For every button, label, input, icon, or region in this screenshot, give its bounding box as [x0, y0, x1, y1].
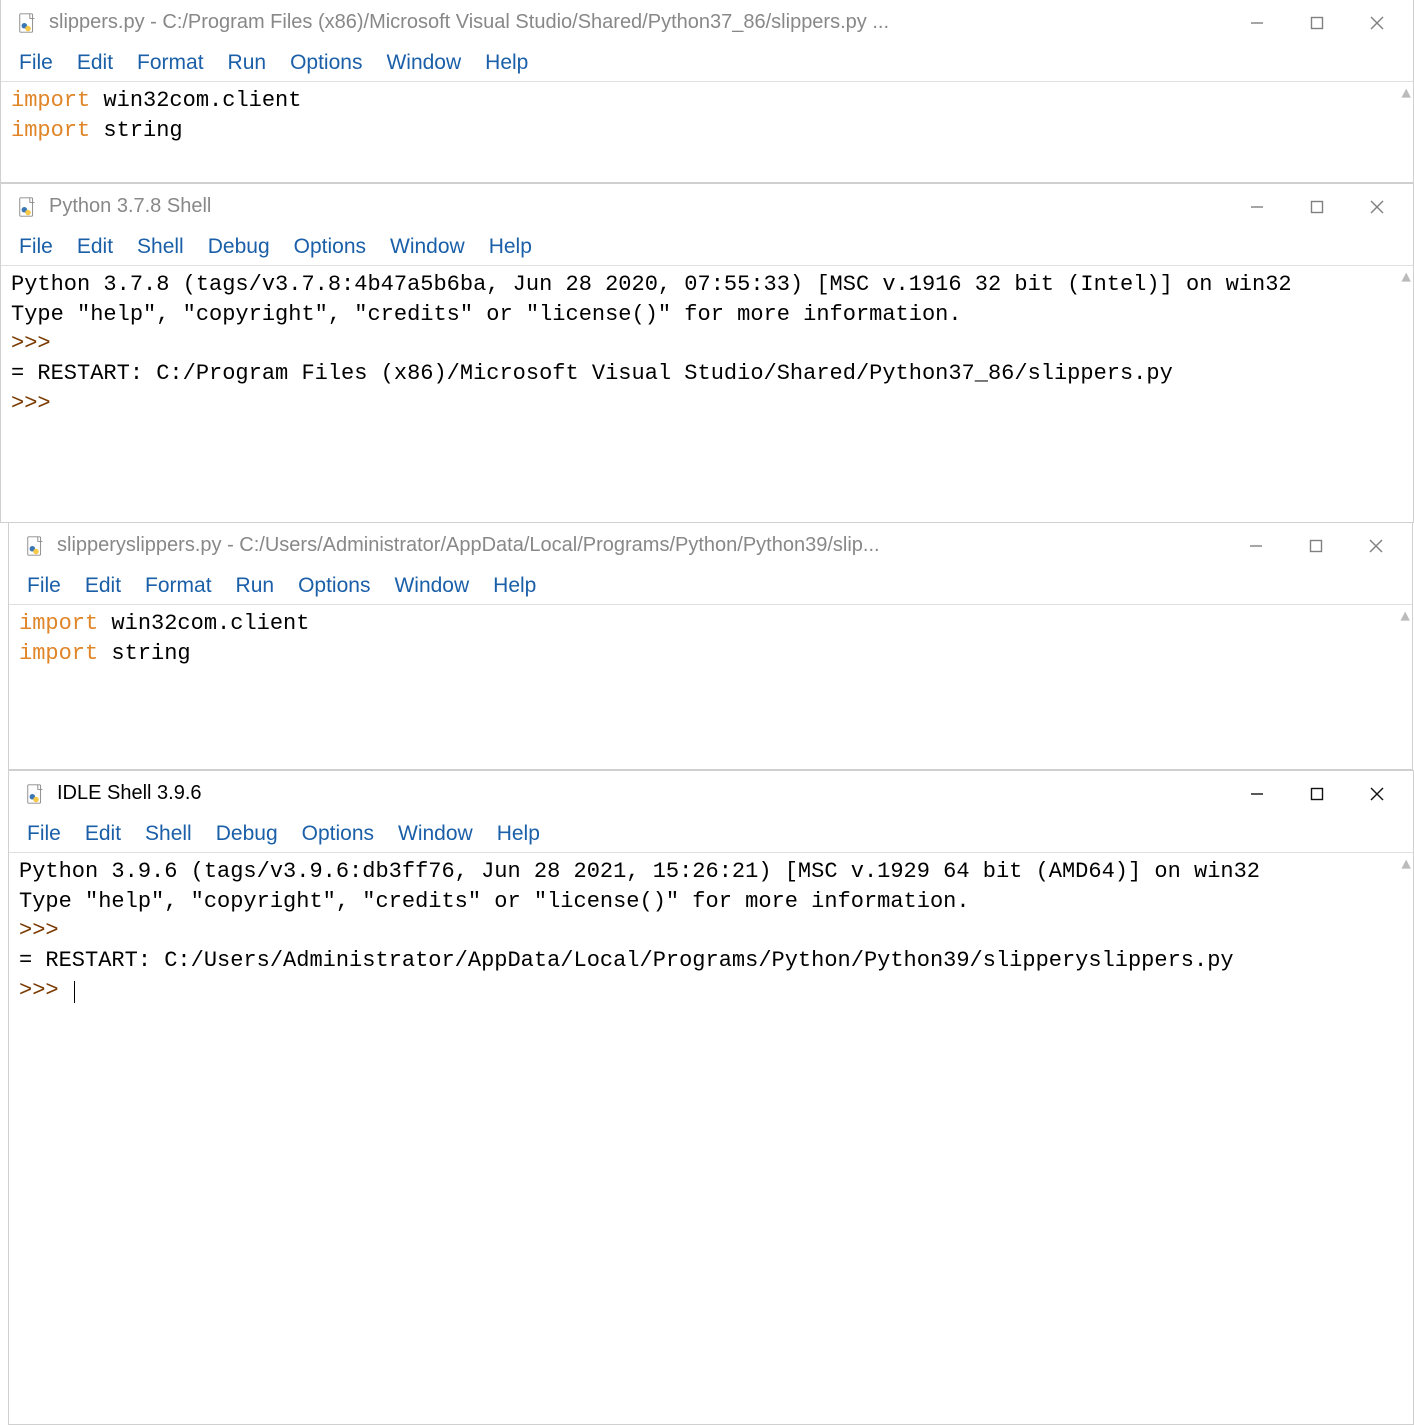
menu-window[interactable]: Window	[374, 49, 473, 77]
menu-edit[interactable]: Edit	[73, 572, 133, 600]
code-module: string	[103, 118, 182, 143]
close-button[interactable]	[1347, 771, 1407, 816]
python-file-icon	[25, 783, 47, 805]
menu-help[interactable]: Help	[481, 572, 548, 600]
maximize-button[interactable]	[1287, 184, 1347, 229]
menubar: File Edit Shell Debug Options Window Hel…	[1, 229, 1413, 265]
menubar: File Edit Shell Debug Options Window Hel…	[9, 816, 1413, 852]
maximize-button[interactable]	[1287, 771, 1347, 816]
menu-run[interactable]: Run	[224, 572, 287, 600]
shell-banner: Python 3.9.6 (tags/v3.9.6:db3ff76, Jun 2…	[19, 859, 1260, 884]
shell-window-378: Python 3.7.8 Shell File Edit Shell Debug…	[0, 183, 1414, 523]
editor-window-slipperyslippers: slipperyslippers.py - C:/Users/Administr…	[8, 523, 1413, 770]
maximize-button[interactable]	[1286, 523, 1346, 568]
code-module: win32com.client	[103, 88, 301, 113]
menu-shell[interactable]: Shell	[125, 233, 196, 261]
shell-output[interactable]: ▲ Python 3.9.6 (tags/v3.9.6:db3ff76, Jun …	[9, 852, 1413, 1424]
menu-run[interactable]: Run	[216, 49, 279, 77]
menu-help[interactable]: Help	[485, 820, 552, 848]
menu-window[interactable]: Window	[382, 572, 481, 600]
menu-edit[interactable]: Edit	[65, 49, 125, 77]
menu-shell[interactable]: Shell	[133, 820, 204, 848]
text-cursor	[74, 981, 75, 1003]
minimize-button[interactable]	[1226, 523, 1286, 568]
window-title: Python 3.7.8 Shell	[49, 195, 211, 218]
window-controls	[1227, 771, 1407, 816]
menu-file[interactable]: File	[7, 233, 65, 261]
code-editor[interactable]: ▲import win32com.client import string	[1, 81, 1413, 182]
window-controls	[1226, 523, 1406, 568]
close-button[interactable]	[1347, 184, 1407, 229]
scroll-up-icon[interactable]: ▲	[1400, 607, 1410, 629]
shell-banner: Type "help", "copyright", "credits" or "…	[11, 302, 962, 327]
menu-options[interactable]: Options	[286, 572, 382, 600]
scroll-up-icon[interactable]: ▲	[1401, 268, 1411, 290]
window-controls	[1227, 0, 1407, 45]
menu-window[interactable]: Window	[378, 233, 477, 261]
menubar: File Edit Format Run Options Window Help	[9, 568, 1412, 604]
menu-edit[interactable]: Edit	[65, 233, 125, 261]
menubar: File Edit Format Run Options Window Help	[1, 45, 1413, 81]
menu-help[interactable]: Help	[473, 49, 540, 77]
window-title: slipperyslippers.py - C:/Users/Administr…	[57, 534, 880, 557]
editor-window-slippers: slippers.py - C:/Program Files (x86)/Mic…	[0, 0, 1414, 183]
menu-file[interactable]: File	[7, 49, 65, 77]
close-button[interactable]	[1347, 0, 1407, 45]
window-controls	[1227, 184, 1407, 229]
code-module: string	[111, 641, 190, 666]
shell-prompt: >>>	[11, 391, 64, 416]
titlebar[interactable]: slipperyslippers.py - C:/Users/Administr…	[9, 523, 1412, 568]
menu-format[interactable]: Format	[125, 49, 216, 77]
menu-options[interactable]: Options	[278, 49, 374, 77]
titlebar[interactable]: Python 3.7.8 Shell	[1, 184, 1413, 229]
shell-banner: Python 3.7.8 (tags/v3.7.8:4b47a5b6ba, Ju…	[11, 272, 1292, 297]
close-button[interactable]	[1346, 523, 1406, 568]
shell-window-396: IDLE Shell 3.9.6 File Edit Shell Debug O…	[8, 770, 1414, 1425]
shell-output[interactable]: ▲ Python 3.7.8 (tags/v3.7.8:4b47a5b6ba, J…	[1, 265, 1413, 522]
titlebar[interactable]: slippers.py - C:/Program Files (x86)/Mic…	[1, 0, 1413, 45]
code-module: win32com.client	[111, 611, 309, 636]
menu-help[interactable]: Help	[477, 233, 544, 261]
menu-window[interactable]: Window	[386, 820, 485, 848]
menu-debug[interactable]: Debug	[196, 233, 282, 261]
shell-restart: = RESTART: C:/Users/Administrator/AppDat…	[19, 948, 1234, 973]
menu-options[interactable]: Options	[282, 233, 378, 261]
shell-prompt: >>>	[11, 331, 64, 356]
shell-restart: = RESTART: C:/Program Files (x86)/Micros…	[11, 361, 1173, 386]
menu-options[interactable]: Options	[290, 820, 386, 848]
minimize-button[interactable]	[1227, 771, 1287, 816]
menu-debug[interactable]: Debug	[204, 820, 290, 848]
shell-prompt: >>>	[19, 918, 72, 943]
titlebar[interactable]: IDLE Shell 3.9.6	[9, 771, 1413, 816]
menu-file[interactable]: File	[15, 820, 73, 848]
shell-prompt: >>>	[19, 978, 72, 1003]
menu-file[interactable]: File	[15, 572, 73, 600]
menu-format[interactable]: Format	[133, 572, 224, 600]
python-file-icon	[17, 12, 39, 34]
shell-banner: Type "help", "copyright", "credits" or "…	[19, 889, 970, 914]
python-file-icon	[25, 535, 47, 557]
menu-edit[interactable]: Edit	[73, 820, 133, 848]
window-title: IDLE Shell 3.9.6	[57, 782, 202, 805]
maximize-button[interactable]	[1287, 0, 1347, 45]
python-file-icon	[17, 196, 39, 218]
minimize-button[interactable]	[1227, 184, 1287, 229]
window-title: slippers.py - C:/Program Files (x86)/Mic…	[49, 11, 889, 34]
minimize-button[interactable]	[1227, 0, 1287, 45]
code-editor[interactable]: ▲import win32com.client import string	[9, 604, 1412, 769]
scroll-up-icon[interactable]: ▲	[1401, 855, 1411, 877]
scroll-up-icon[interactable]: ▲	[1401, 84, 1411, 106]
